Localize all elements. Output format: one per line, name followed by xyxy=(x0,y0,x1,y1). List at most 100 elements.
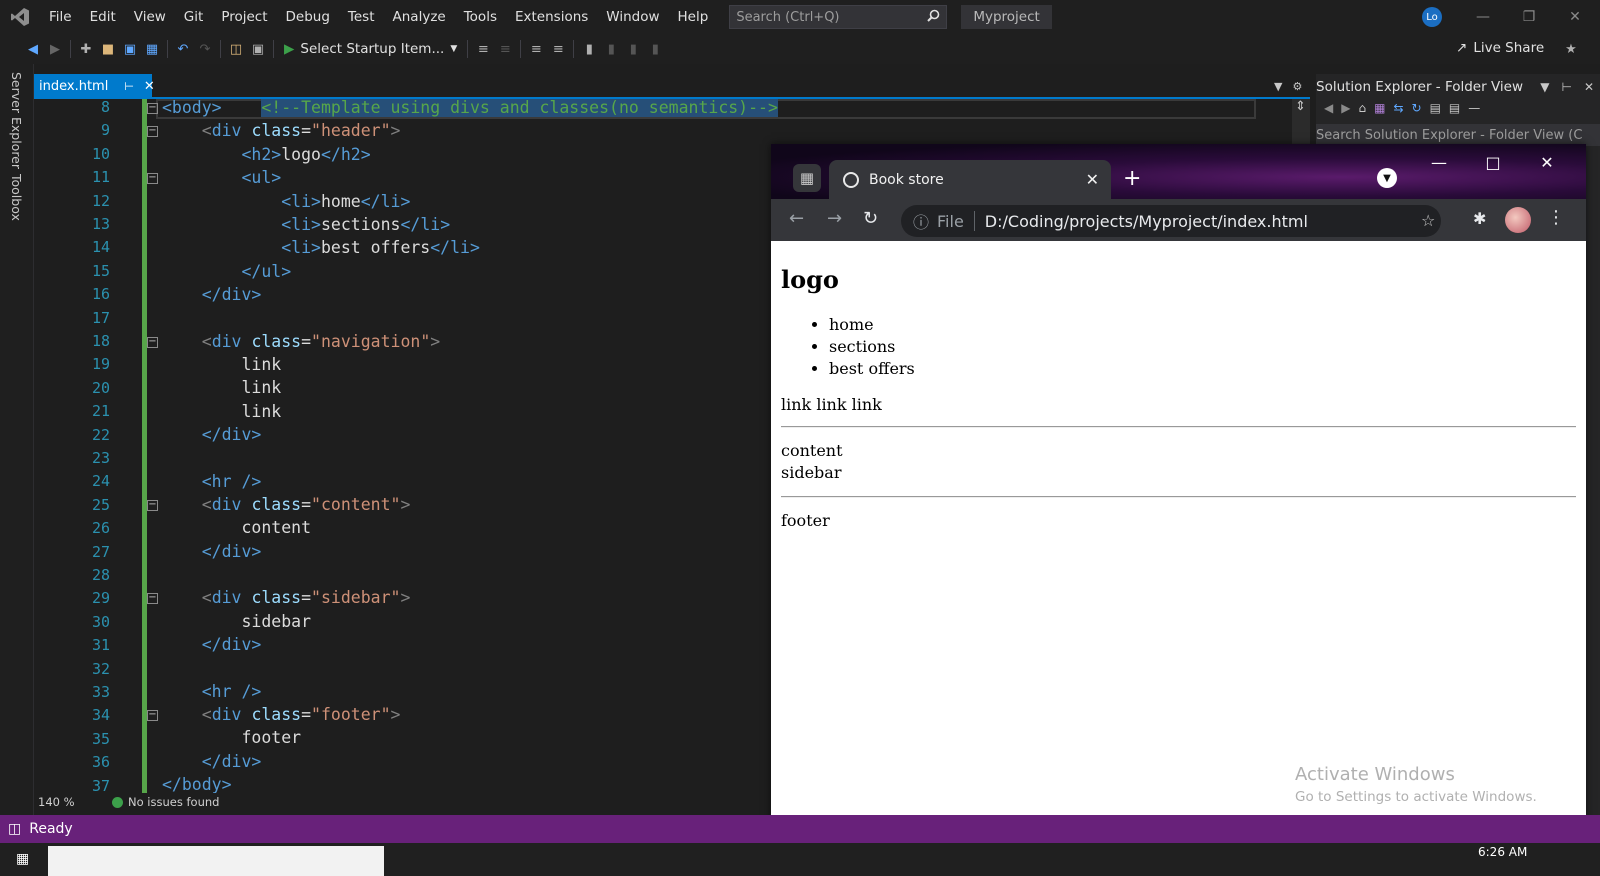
fold-toggle-icon[interactable]: − xyxy=(147,173,158,184)
menu-tools[interactable]: Tools xyxy=(455,0,506,34)
folder-view-icon[interactable]: ◫ xyxy=(225,38,247,60)
open-folder-icon[interactable]: ■ xyxy=(97,38,119,60)
select-startup-item-button[interactable]: ▶ Select Startup Item... ▼ xyxy=(278,41,463,57)
tab-index-html[interactable]: index.html ⊢ ✕ xyxy=(34,74,155,98)
line-number: 9 xyxy=(100,121,110,139)
close-tab-icon[interactable]: ✕ xyxy=(1086,170,1099,189)
home-icon[interactable]: ⌂ xyxy=(1358,101,1366,115)
menu-git[interactable]: Git xyxy=(175,0,213,34)
start-icon[interactable]: ▦ xyxy=(16,851,29,867)
extensions-icon[interactable]: ✱ xyxy=(1473,209,1486,228)
back-icon[interactable]: ◀ xyxy=(1324,101,1333,115)
search-placeholder: Search (Ctrl+Q) xyxy=(736,9,840,25)
dropdown-icon[interactable]: ▼ xyxy=(1540,80,1549,94)
collapse-all-icon[interactable]: ▤ xyxy=(1430,101,1441,115)
toolbar-separator xyxy=(520,40,522,58)
feedback-icon[interactable]: ★ xyxy=(1560,38,1582,60)
sync-icon[interactable]: ⇆ xyxy=(1393,101,1403,115)
switch-views-icon[interactable]: ▦ xyxy=(1374,101,1385,115)
reload-icon[interactable]: ↻ xyxy=(863,208,878,229)
restore-icon[interactable]: ❐ xyxy=(1506,0,1552,34)
menu-window[interactable]: Window xyxy=(597,0,668,34)
toolbox-tab[interactable]: Toolbox xyxy=(9,174,24,221)
fold-toggle-icon[interactable]: − xyxy=(147,126,158,137)
line-number: 25 xyxy=(91,496,110,514)
browser-tab[interactable]: Book store ✕ xyxy=(829,160,1111,199)
save-all-icon[interactable]: ▦ xyxy=(141,38,163,60)
menu-analyze[interactable]: Analyze xyxy=(384,0,455,34)
profile-avatar[interactable] xyxy=(1505,207,1531,233)
refresh-icon[interactable]: ↻ xyxy=(1412,101,1422,115)
bookmark-star-icon[interactable]: ☆ xyxy=(1421,211,1435,230)
dropdown-icon[interactable]: ▼ xyxy=(1274,80,1282,93)
code-line-22: </div> xyxy=(162,423,262,446)
taskbar-search-input[interactable] xyxy=(48,846,384,876)
minimize-icon[interactable]: — xyxy=(1419,148,1459,176)
server-explorer-tab[interactable]: Server Explorer xyxy=(9,72,24,169)
visual-studio-logo-icon[interactable] xyxy=(0,0,40,34)
tab-search-icon[interactable]: ▼ xyxy=(1377,168,1397,188)
undo-icon[interactable]: ↶ xyxy=(172,38,194,60)
menu-debug[interactable]: Debug xyxy=(277,0,339,34)
forward-icon[interactable]: → xyxy=(827,208,842,229)
line-number: 24 xyxy=(91,472,110,490)
text: best offers xyxy=(320,238,431,257)
address-bar[interactable]: ⓘ File D:/Coding/projects/Myproject/inde… xyxy=(901,205,1441,237)
menu-view[interactable]: View xyxy=(125,0,175,34)
forward-icon[interactable]: ▶ xyxy=(44,38,66,60)
new-tab-icon[interactable]: + xyxy=(1123,166,1141,191)
save-icon[interactable]: ▣ xyxy=(119,38,141,60)
live-share-button[interactable]: ↗ Live Share xyxy=(1456,40,1544,56)
menu-extensions[interactable]: Extensions xyxy=(506,0,597,34)
menu-test[interactable]: Test xyxy=(339,0,384,34)
properties-icon[interactable]: — xyxy=(1468,101,1480,115)
share-icon: ↗ xyxy=(1456,40,1468,56)
pin-icon[interactable]: ⊢ xyxy=(1561,80,1571,94)
zoom-level[interactable]: 140 % xyxy=(34,795,94,809)
comment-icon[interactable]: ≡ xyxy=(525,38,547,60)
bookmark-icon[interactable]: ▮ xyxy=(578,38,600,60)
user-avatar[interactable]: Lo xyxy=(1422,7,1442,27)
code-line-16: </div> xyxy=(162,283,262,306)
show-all-icon[interactable]: ▤ xyxy=(1449,101,1460,115)
menu-edit[interactable]: Edit xyxy=(81,0,125,34)
apps-grid-icon[interactable]: ▦ xyxy=(793,164,821,192)
fold-toggle-icon[interactable]: − xyxy=(147,593,158,604)
tag: <li> xyxy=(281,192,321,211)
menu-help[interactable]: Help xyxy=(669,0,718,34)
kebab-menu-icon[interactable]: ⋮ xyxy=(1547,207,1565,228)
fold-toggle-icon[interactable]: − xyxy=(147,500,158,511)
clear-bookmarks-icon[interactable]: ▮ xyxy=(644,38,666,60)
menu-project[interactable]: Project xyxy=(212,0,276,34)
uncomment-icon[interactable]: ≡ xyxy=(547,38,569,60)
redo-icon[interactable]: ↷ xyxy=(194,38,216,60)
next-bookmark-icon[interactable]: ▮ xyxy=(622,38,644,60)
close-icon[interactable]: ✕ xyxy=(1584,80,1594,94)
close-icon[interactable]: ✕ xyxy=(1552,0,1598,34)
split-icon[interactable]: ⇕ xyxy=(1295,99,1306,114)
issues-indicator[interactable]: No issues found xyxy=(112,795,219,809)
maximize-icon[interactable]: □ xyxy=(1473,148,1513,176)
fold-toggle-icon[interactable]: − xyxy=(147,710,158,721)
search-input[interactable]: Search (Ctrl+Q) xyxy=(729,5,948,29)
back-icon[interactable]: ← xyxy=(789,208,804,229)
tag: </h2> xyxy=(320,145,371,164)
close-tab-icon[interactable]: ✕ xyxy=(144,79,155,94)
close-icon[interactable]: ✕ xyxy=(1527,148,1567,176)
tag: </ul> xyxy=(241,262,292,281)
back-icon[interactable]: ◀ xyxy=(22,38,44,60)
minimize-icon[interactable]: — xyxy=(1460,0,1506,34)
solution-explorer-search-input[interactable]: Search Solution Explorer - Folder View (… xyxy=(1316,124,1600,146)
prev-bookmark-icon[interactable]: ▮ xyxy=(600,38,622,60)
gear-icon[interactable]: ⚙ xyxy=(1292,80,1302,93)
fold-toggle-icon[interactable]: − xyxy=(147,103,158,114)
tag: div xyxy=(211,705,242,724)
fold-toggle-icon[interactable]: − xyxy=(147,337,158,348)
outdent-icon[interactable]: ≡ xyxy=(494,38,516,60)
pin-icon[interactable]: ⊢ xyxy=(124,80,134,93)
indent-icon[interactable]: ≡ xyxy=(472,38,494,60)
screenshot-icon[interactable]: ▣ xyxy=(247,38,269,60)
forward-icon[interactable]: ▶ xyxy=(1341,101,1350,115)
new-project-icon[interactable]: ✚ xyxy=(75,38,97,60)
menu-file[interactable]: File xyxy=(40,0,81,34)
